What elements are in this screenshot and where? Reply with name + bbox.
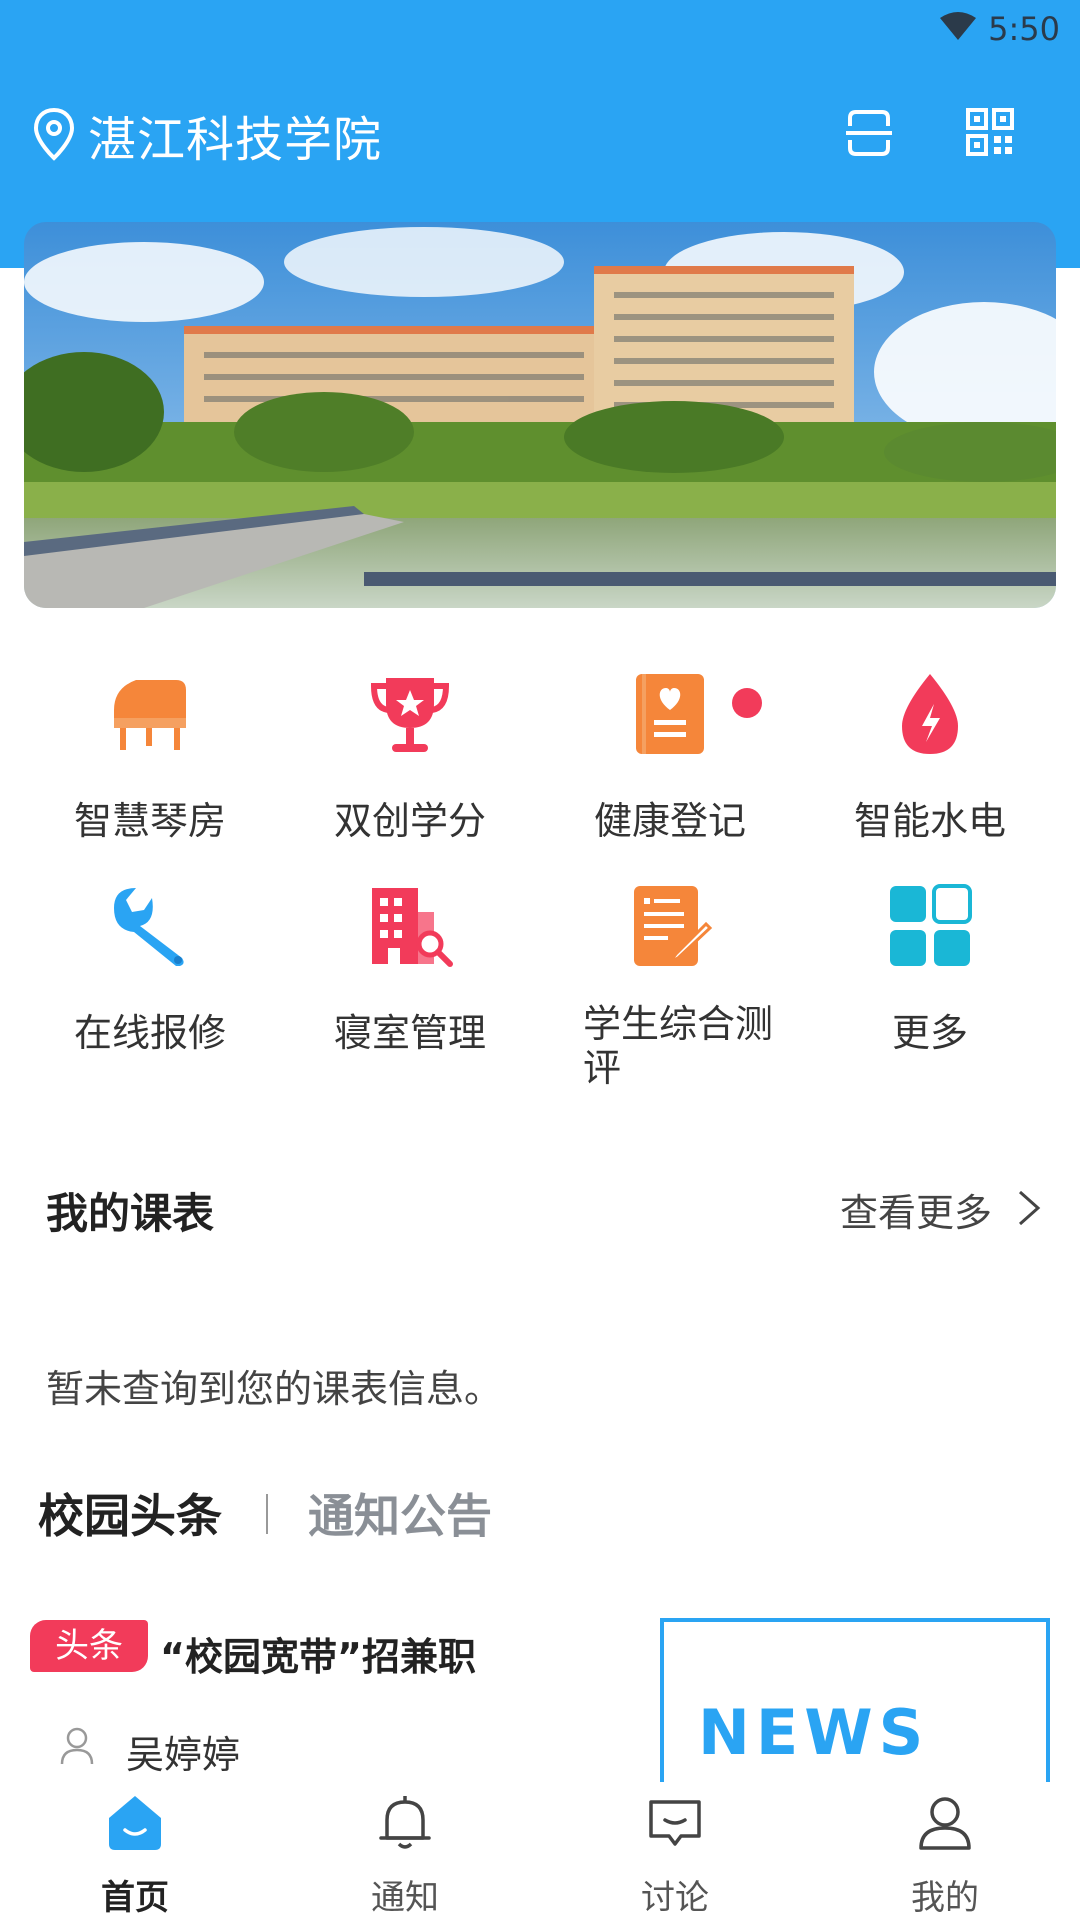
grid-label: 在线报修	[73, 1011, 226, 1055]
grid-label: 智能水电	[853, 799, 1006, 843]
wrench-icon	[114, 888, 184, 966]
bell-icon	[379, 1796, 431, 1849]
tab-label: 首页	[101, 1878, 169, 1918]
news-list-item[interactable]: 头条 “校园宽带”招兼职 吴婷婷 NEWS	[0, 1600, 1080, 1798]
tab-discussion[interactable]: 讨论	[540, 1782, 810, 1920]
grid-item-innovation-credits[interactable]: 双创学分	[275, 670, 545, 860]
trophy-icon	[370, 678, 450, 752]
grid-item-online-repair[interactable]: 在线报修	[15, 882, 285, 1072]
schedule-more-link[interactable]: 查看更多	[840, 1182, 992, 1237]
campus-photo	[24, 222, 1056, 608]
scan-icon[interactable]	[844, 108, 894, 158]
user-icon	[60, 1727, 94, 1765]
notification-dot	[732, 688, 762, 718]
building-search-icon	[372, 888, 453, 967]
grid-label: 更多	[891, 1011, 968, 1055]
piano-icon	[114, 680, 186, 750]
headline-tag: 头条	[30, 1620, 148, 1672]
news-thumbnail-text: NEWS	[698, 1696, 930, 1769]
schedule-title: 我的课表	[46, 1189, 215, 1238]
grid-item-student-evaluation[interactable]: 学生综合测评	[535, 882, 805, 1090]
document-edit-icon	[634, 886, 713, 966]
grid-item-more[interactable]: 更多	[795, 882, 1065, 1072]
grid-item-piano-room[interactable]: 智慧琴房	[15, 670, 285, 860]
home-icon	[109, 1796, 161, 1850]
tab-campus-headlines[interactable]: 校园头条	[38, 1480, 222, 1546]
status-time: 5:50	[988, 10, 1060, 48]
school-name[interactable]: 湛江科技学院	[88, 100, 382, 170]
location-icon[interactable]	[32, 106, 76, 162]
qr-code-icon[interactable]	[966, 108, 1014, 156]
tab-label: 通知	[371, 1878, 439, 1918]
tab-notices[interactable]: 通知公告	[308, 1480, 492, 1546]
user-icon	[919, 1797, 971, 1850]
grid-item-smart-utilities[interactable]: 智能水电	[795, 670, 1065, 860]
grid-item-dorm-management[interactable]: 寝室管理	[275, 882, 545, 1072]
grid-label: 寝室管理	[333, 1011, 486, 1055]
grid-more-icon	[890, 884, 972, 966]
news-title[interactable]: “校园宽带”招兼职	[160, 1626, 476, 1681]
chevron-right-icon[interactable]	[1016, 1188, 1042, 1228]
news-author: 吴婷婷	[126, 1733, 241, 1777]
health-book-icon	[636, 674, 704, 754]
grid-label: 智慧琴房	[73, 799, 226, 843]
campus-banner[interactable]	[24, 222, 1056, 608]
chat-icon	[649, 1800, 701, 1846]
grid-item-health-register[interactable]: 健康登记	[535, 670, 805, 860]
tab-profile[interactable]: 我的	[810, 1782, 1080, 1920]
tab-home[interactable]: 首页	[0, 1782, 270, 1920]
grid-label: 健康登记	[593, 799, 746, 843]
tab-notifications[interactable]: 通知	[270, 1782, 540, 1920]
grid-label: 学生综合测评	[583, 1002, 774, 1090]
tab-label: 讨论	[641, 1878, 709, 1918]
tab-label: 我的	[911, 1878, 979, 1918]
grid-label: 双创学分	[333, 799, 486, 843]
news-thumbnail[interactable]: NEWS	[660, 1618, 1050, 1798]
water-drop-icon	[902, 674, 958, 754]
wifi-icon	[940, 12, 976, 40]
tab-divider	[266, 1494, 268, 1534]
status-bar: 5:50	[0, 0, 1080, 56]
bottom-tab-bar: 首页 通知 讨论 我的	[0, 1782, 1080, 1920]
schedule-empty-message: 暂未查询到您的课表信息。	[46, 1367, 503, 1411]
